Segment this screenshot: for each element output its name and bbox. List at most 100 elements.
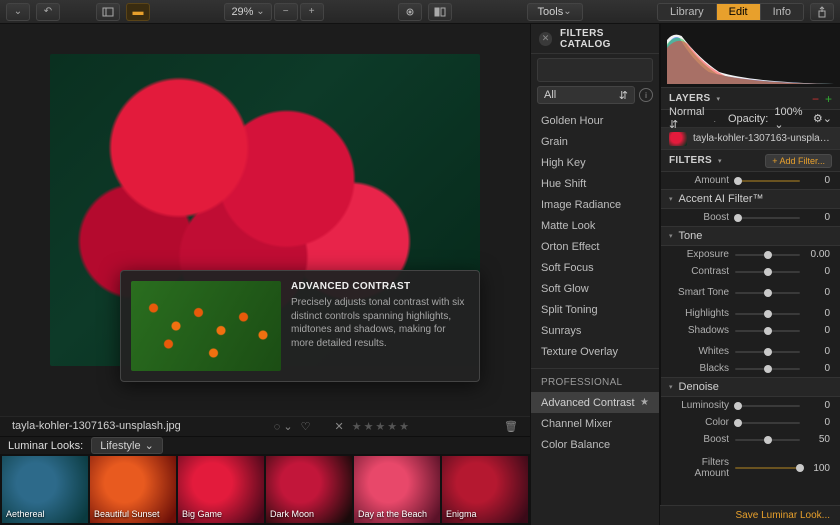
look-item[interactable]: Aethereal (2, 456, 88, 523)
slider-value: 0 (806, 400, 830, 411)
catalog-item[interactable]: Grain (531, 131, 659, 152)
sidebar-toggle-icon[interactable] (96, 3, 120, 21)
slider-value: 0.00 (806, 249, 830, 260)
look-item[interactable]: Day at the Beach (354, 456, 440, 523)
favorite-icon[interactable]: ★ (640, 397, 649, 408)
slider-track[interactable] (735, 422, 800, 424)
catalog-list: Golden Hour Grain High Key Hue Shift Ima… (531, 108, 659, 525)
tools-menu[interactable]: Tools⌄ (527, 3, 583, 21)
slider-row: Boost 50 (661, 431, 840, 448)
slider-row: Highlights 0 (661, 305, 840, 322)
slider-track[interactable] (735, 292, 800, 294)
mode-tabs: Library Edit Info (657, 3, 804, 21)
catalog-item[interactable]: Sunrays (531, 320, 659, 341)
catalog-item[interactable]: Soft Glow (531, 278, 659, 299)
layer-row[interactable]: tayla-kohler-1307163-unsplash.jpg (661, 128, 840, 150)
tab-edit[interactable]: Edit (717, 4, 761, 20)
catalog-item[interactable]: Image Radiance (531, 194, 659, 215)
filmstrip-toggle-icon[interactable]: ▬ (126, 3, 150, 21)
top-toolbar: ⌄ ↶ ▬ 29% ⌄ − + Tools⌄ Library Edit Info (0, 0, 840, 24)
filter-group-header[interactable]: ▾Accent AI Filter™ (661, 189, 840, 209)
slider-row: Smart Tone 0 (661, 284, 840, 301)
slider-value: 0 (806, 308, 830, 319)
filter-group-header[interactable]: ▾Denoise (661, 377, 840, 397)
slider-track[interactable] (735, 330, 800, 332)
slider-value: 0 (806, 417, 830, 428)
catalog-item[interactable]: Advanced Contrast★ (531, 392, 659, 413)
slider-value: 0 (806, 363, 830, 374)
tooltip-preview (131, 281, 281, 371)
reject-icon[interactable]: ✕ (334, 420, 343, 433)
tab-library[interactable]: Library (658, 4, 717, 20)
gear-icon[interactable]: ⚙⌄ (813, 112, 832, 125)
slider-track[interactable] (735, 368, 800, 370)
catalog-item[interactable]: Color Balance (531, 434, 659, 455)
filters-catalog-panel: ✕ FILTERS CATALOG All⇵ i Golden Hour Gra… (530, 24, 660, 525)
catalog-item[interactable]: Texture Overlay (531, 341, 659, 362)
slider-label: Contrast (671, 266, 729, 277)
slider-track[interactable] (735, 313, 800, 315)
looks-category-select[interactable]: Lifestyle ⌄ (91, 437, 163, 454)
filter-group-header[interactable]: ▾Tone (661, 226, 840, 246)
catalog-item[interactable]: Split Toning (531, 299, 659, 320)
slider-track[interactable] (735, 467, 800, 469)
catalog-item[interactable]: Hue Shift (531, 173, 659, 194)
looks-strip: Aethereal Beautiful Sunset Big Game Dark… (0, 454, 530, 525)
catalog-item[interactable]: Orton Effect (531, 236, 659, 257)
filters-header[interactable]: FILTERS▾ + Add Filter... (661, 150, 840, 172)
heart-icon[interactable]: ♡ (301, 420, 311, 433)
opacity-label: Opacity: (728, 113, 768, 125)
look-item[interactable]: Dark Moon (266, 456, 352, 523)
undo-icon[interactable]: ↶ (36, 3, 60, 21)
zoom-in-button[interactable]: + (300, 3, 324, 21)
slider-track[interactable] (735, 405, 800, 407)
compare-icon[interactable] (428, 3, 452, 21)
look-item[interactable]: Enigma (442, 456, 528, 523)
catalog-item[interactable]: Golden Hour (531, 110, 659, 131)
share-icon[interactable] (810, 3, 834, 21)
filename-label: tayla-kohler-1307163-unsplash.jpg (12, 420, 181, 432)
add-layer-icon[interactable]: + (825, 92, 832, 106)
catalog-item[interactable]: High Key (531, 152, 659, 173)
catalog-item[interactable]: Soft Focus (531, 257, 659, 278)
looks-bar: Luminar Looks: Lifestyle ⌄ (0, 436, 530, 454)
remove-layer-icon[interactable]: − (812, 92, 819, 106)
image-canvas[interactable]: ADVANCED CONTRAST Precisely adjusts tona… (0, 24, 530, 416)
zoom-out-button[interactable]: − (274, 3, 298, 21)
trash-icon[interactable]: 🗑 (504, 420, 518, 433)
slider-label: Highlights (671, 308, 729, 319)
preview-icon[interactable] (398, 3, 422, 21)
category-select[interactable]: All⇵ (537, 86, 635, 104)
add-filter-button[interactable]: + Add Filter... (765, 154, 832, 168)
info-icon[interactable]: i (639, 88, 653, 102)
dropdown-icon[interactable]: ⌄ (6, 3, 30, 21)
look-item[interactable]: Beautiful Sunset (90, 456, 176, 523)
histogram[interactable] (661, 24, 840, 88)
slider-value: 0 (806, 287, 830, 298)
close-icon[interactable]: ✕ (539, 32, 552, 46)
save-look-row[interactable]: Save Luminar Look... (660, 505, 840, 525)
slider-track[interactable] (735, 271, 800, 273)
slider-track[interactable] (735, 351, 800, 353)
zoom-level[interactable]: 29% ⌄ (224, 3, 271, 21)
star-rating[interactable]: ★★★★★ (352, 420, 411, 433)
slider-track[interactable] (735, 439, 800, 441)
slider-label: Boost (671, 434, 729, 445)
tab-info[interactable]: Info (761, 4, 803, 20)
slider-track[interactable] (735, 217, 800, 219)
layer-name: tayla-kohler-1307163-unsplash.jpg (693, 133, 832, 144)
slider-track[interactable] (735, 254, 800, 256)
slider-row: Whites 0 (661, 343, 840, 360)
flag-icon[interactable]: ◌ ⌄ (274, 420, 293, 433)
slider-row: Color 0 (661, 414, 840, 431)
slider-value: 100 (806, 463, 830, 474)
looks-label: Luminar Looks: (8, 440, 83, 452)
chevron-down-icon: ▾ (716, 95, 720, 103)
catalog-search[interactable] (537, 58, 653, 82)
look-item[interactable]: Big Game (178, 456, 264, 523)
slider-track[interactable] (735, 180, 800, 182)
catalog-item[interactable]: Matte Look (531, 215, 659, 236)
catalog-item[interactable]: Channel Mixer (531, 413, 659, 434)
right-panel: LAYERS▾ − + Normal ⇵. Opacity: 100% ⌄ ⚙⌄… (660, 24, 840, 525)
filter-tooltip: ADVANCED CONTRAST Precisely adjusts tona… (120, 270, 480, 382)
